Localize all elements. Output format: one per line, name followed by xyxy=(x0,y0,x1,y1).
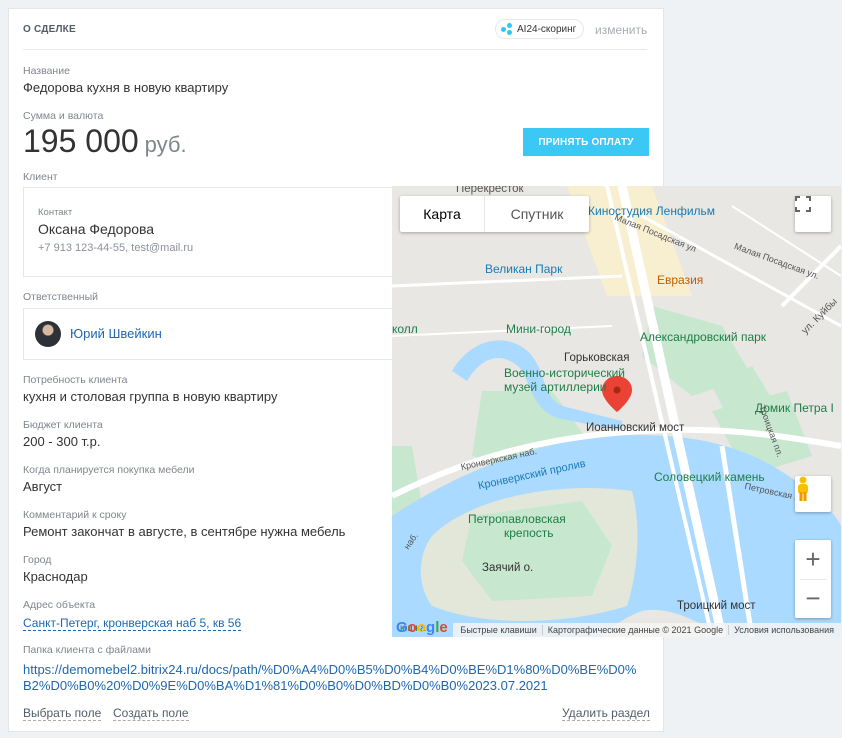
map-label: Мини-город xyxy=(506,322,571,336)
map-label: Троицкий мост xyxy=(677,600,756,612)
zoom-in-button[interactable]: + xyxy=(795,541,831,579)
choose-field-link[interactable]: Выбрать поле xyxy=(23,706,102,721)
map-label: Александровский парк xyxy=(640,330,767,344)
client-label: Клиент xyxy=(23,171,58,183)
amount-value: 195 000 руб. xyxy=(23,123,187,160)
map-label: Иоанновский мост xyxy=(586,422,685,434)
map-label: Перекресток xyxy=(456,186,524,195)
contact-name[interactable]: Оксана Федорова xyxy=(38,221,154,237)
folder-link[interactable]: https://demomebel2.bitrix24.ru/docs/path… xyxy=(23,662,643,694)
map-label: Петропавловская xyxy=(468,512,566,526)
amount-label: Сумма и валюта xyxy=(23,110,104,122)
ai-scoring-badge[interactable]: AI24-скоринг xyxy=(495,19,585,39)
edit-link[interactable]: изменить xyxy=(595,23,647,37)
terms-link[interactable]: Условия использования xyxy=(728,625,839,635)
map-type-map-button[interactable]: Карта xyxy=(400,196,485,232)
map-label: Горьковская xyxy=(564,352,630,364)
fullscreen-button[interactable] xyxy=(795,196,831,232)
field-value: Ремонт закончат в августе, в сентябре ну… xyxy=(23,524,346,539)
ai-scoring-label: AI24-скоринг xyxy=(517,23,577,35)
fullscreen-icon xyxy=(795,196,811,212)
address-link[interactable]: Санкт-Петерг, кронверская наб 5, кв 56 xyxy=(23,616,242,631)
map-attribution: Быстрые клавиши Картографические данные … xyxy=(453,623,841,637)
responsible-label: Ответственный xyxy=(23,291,98,303)
create-field-link[interactable]: Создать поле xyxy=(113,706,189,721)
accept-payment-button[interactable]: ПРИНЯТЬ ОПЛАТУ xyxy=(523,128,649,156)
section-title: О СДЕЛКЕ xyxy=(23,24,76,35)
pegman-icon xyxy=(798,476,808,501)
amount-number: 195 000 xyxy=(23,123,139,159)
map-popup[interactable]: Перекресток Киностудия Ленфильм Малая По… xyxy=(392,186,841,637)
map-type-satellite-button[interactable]: Спутник xyxy=(485,196,589,232)
street-view-pegman-button[interactable] xyxy=(795,476,831,512)
responsible-name[interactable]: Юрий Швейкин xyxy=(70,326,162,341)
folder-label: Папка клиента с файлами xyxy=(23,644,152,656)
field-label: Город xyxy=(23,554,52,566)
currency: руб. xyxy=(144,132,187,157)
field-label: Когда планируется покупка мебели xyxy=(23,464,195,476)
delete-section-link[interactable]: Удалить раздел xyxy=(562,706,650,721)
map-data-credit: Картографические данные © 2021 Google xyxy=(541,625,728,635)
keyboard-shortcuts-link[interactable]: Быстрые клавиши xyxy=(455,625,541,635)
header-divider xyxy=(23,49,647,50)
zoom-out-button[interactable]: − xyxy=(795,580,831,618)
field-value: 200 - 300 т.р. xyxy=(23,434,101,449)
deal-name-label: Название xyxy=(23,65,70,77)
map-label: Заячий о. xyxy=(482,562,534,574)
map-label: колл xyxy=(392,322,418,336)
zoom-control: + − xyxy=(795,540,831,618)
map-type-control: Карта Спутник xyxy=(400,196,589,232)
field-label: Бюджет клиента xyxy=(23,419,103,431)
field-label: Комментарий к сроку xyxy=(23,509,127,521)
map-label: крепость xyxy=(504,526,554,540)
contact-info: +7 913 123-44-55, test@mail.ru xyxy=(38,242,194,254)
ai-scoring-icon xyxy=(501,23,513,35)
address-label: Адрес объекта xyxy=(23,599,96,611)
google-logo[interactable]: Google xyxy=(396,619,448,636)
map-label: Великан Парк xyxy=(485,262,563,276)
map-label: Киностудия Ленфильм xyxy=(588,204,716,218)
map-label: Военно-исторический xyxy=(504,366,625,380)
field-value: Август xyxy=(23,479,63,494)
field-value: Краснодар xyxy=(23,569,88,584)
field-label: Потребность клиента xyxy=(23,374,128,386)
address-value[interactable]: Санкт-Петерг, кронверская наб 5, кв 56 xyxy=(23,616,242,631)
contact-label: Контакт xyxy=(38,207,73,218)
map-label: Евразия xyxy=(657,273,704,287)
field-value: кухня и столовая группа в новую квартиру xyxy=(23,389,278,404)
map-label: музей артиллерии xyxy=(504,380,607,394)
avatar[interactable] xyxy=(35,321,61,347)
deal-name-value: Федорова кухня в новую квартиру xyxy=(23,80,229,95)
